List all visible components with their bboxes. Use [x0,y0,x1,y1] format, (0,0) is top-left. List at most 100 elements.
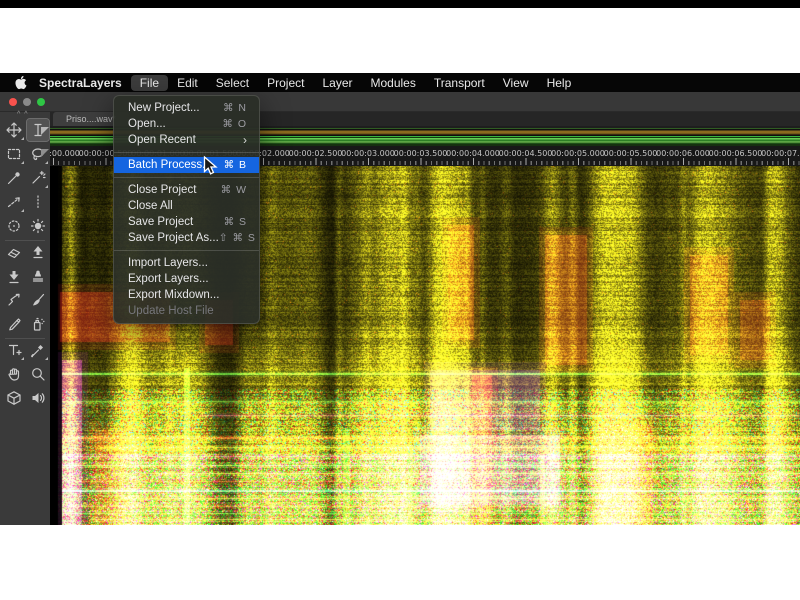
file-dropdown-menu: New Project... ⌘ N Open... ⌘ OOpen Recent› B… [113,95,260,324]
menu-item-save-project[interactable]: Save Project ⌘ S [114,214,259,230]
text-tool[interactable] [3,339,25,361]
eraser-tool[interactable] [3,241,25,263]
menu-bar-items: FileEditSelectProjectLayerModulesTranspo… [131,75,581,91]
move-icon [6,122,22,138]
clone-stamp-tool[interactable] [27,265,49,287]
dropper-tool[interactable] [27,339,49,361]
menu-item-new-project[interactable]: New Project... ⌘ N [114,100,259,116]
submenu-chevron-icon: › [243,133,247,147]
pencil-icon [6,316,22,332]
flyout-indicator-icon [21,161,24,164]
magic-wand-tool[interactable] [27,167,49,189]
harmonics-selection-tool[interactable] [3,191,25,213]
mouse-cursor [203,156,218,176]
menu-item-export-mixdown[interactable]: Export Mixdown... [114,287,259,303]
menu-item-close-all[interactable]: Close All [114,198,259,214]
menu-item-save-project-as[interactable]: Save Project As...⇧ ⌘ S [114,230,259,246]
hand-tool[interactable] [3,363,25,385]
minimize-window-button[interactable] [23,98,31,106]
spray-icon [30,316,46,332]
heal-icon [6,292,22,308]
cube-icon [6,390,22,406]
menu-item-open-recent[interactable]: Open Recent› [114,132,259,148]
flyout-indicator-icon [21,209,24,212]
menu-item-label: Batch Process... [128,157,212,173]
menubar-item-help[interactable]: Help [538,75,581,91]
ruler-corner-handle[interactable] [41,149,49,157]
clone-stamp-icon [30,268,46,284]
menu-item-shortcut: ⌘ W [221,182,247,198]
menu-item-label: New Project... [128,100,200,116]
menubar-item-modules[interactable]: Modules [362,75,425,91]
magic-wand-icon [30,170,46,186]
marquee-icon [6,146,22,162]
menu-item-label: Export Layers... [128,271,209,287]
close-window-button[interactable] [9,98,17,106]
heal-tool[interactable] [3,289,25,311]
amplify-tool[interactable] [27,241,49,263]
menubar-item-transport[interactable]: Transport [425,75,494,91]
menu-item-label: Close All [128,198,173,214]
menu-item-shortcut: ⇧ ⌘ S [219,230,256,246]
zoom-window-button[interactable] [37,98,45,106]
ruler-time-label: 00:00:04.500 [499,149,553,158]
ruler-time-label: 00:00:03.500 [394,149,448,158]
menu-item-label: Save Project [128,214,193,230]
brush-selection-tool[interactable] [3,167,25,189]
ruler-time-label: 00:00:06.000 [656,149,710,158]
app-name: SpectraLayers [30,75,131,91]
transform-tool[interactable] [3,119,25,141]
frequency-selection-tool[interactable] [27,215,49,237]
menu-item-batch-process[interactable]: Batch Process... ⌘ B [114,157,259,173]
menubar-item-edit[interactable]: Edit [168,75,207,91]
menu-item-shortcut: ⌘ B [224,157,247,173]
ruler-time-label: 00:00:00.000 [50,149,80,158]
overview-corner-handle[interactable] [41,127,49,135]
menu-item-label: Open... [128,116,166,132]
menubar-item-select[interactable]: Select [207,75,258,91]
eraser-icon [6,244,22,260]
brush-tool[interactable] [27,289,49,311]
menu-item-shortcut: ⌘ O [222,116,247,132]
dotted-vline-icon [30,194,46,210]
menu-item-import-layers[interactable]: Import Layers... [114,255,259,271]
ruler-time-label: 00:00:05.000 [551,149,605,158]
dashed-line-icon [6,194,22,210]
attenuate-tool[interactable] [3,265,25,287]
flyout-indicator-icon [45,161,48,164]
menu-item-update-host-file: Update Host File [114,303,259,319]
menu-separator [114,177,259,178]
tool-palette: ^ ^ [0,112,50,525]
spray-tool[interactable] [27,313,49,335]
menu-item-export-layers[interactable]: Export Layers... [114,271,259,287]
ruler-time-label: 00:00:02.500 [289,149,343,158]
menubar-item-layer[interactable]: Layer [313,75,361,91]
dropper-icon [30,342,46,358]
flyout-indicator-icon [21,357,24,360]
menu-item-shortcut: ⌘ S [224,214,247,230]
apple-logo-icon[interactable] [14,75,27,90]
dotted-circle-icon [6,218,22,234]
menubar-item-view[interactable]: View [494,75,538,91]
menubar-item-file[interactable]: File [131,75,168,91]
toolbar-collapse-icon[interactable]: ^ ^ [17,111,29,118]
menu-item-label: Save Project As... [128,230,219,246]
screen: SpectraLayers FileEditSelectProjectLayer… [0,0,800,600]
area-selection-tool[interactable] [3,215,25,237]
pencil-tool[interactable] [3,313,25,335]
menu-item-open[interactable]: Open... ⌘ O [114,116,259,132]
system-menu-bar: SpectraLayers FileEditSelectProjectLayer… [0,73,800,92]
ruler-time-label: 00:00:03.000 [341,149,395,158]
3d-display-tool[interactable] [3,387,25,409]
rectangle-selection-tool[interactable] [3,143,25,165]
zoom-tool[interactable] [27,363,49,385]
menu-item-label: Export Mixdown... [128,287,219,303]
brush-icon [30,292,46,308]
menu-item-close-project[interactable]: Close Project⌘ W [114,182,259,198]
brush-select-icon [6,170,22,186]
ruler-time-label: 00:00:05.500 [604,149,658,158]
menubar-item-project[interactable]: Project [258,75,313,91]
menu-item-shortcut: ⌘ N [223,100,247,116]
transient-selection-tool[interactable] [27,191,49,213]
playback-tool[interactable] [27,387,49,409]
